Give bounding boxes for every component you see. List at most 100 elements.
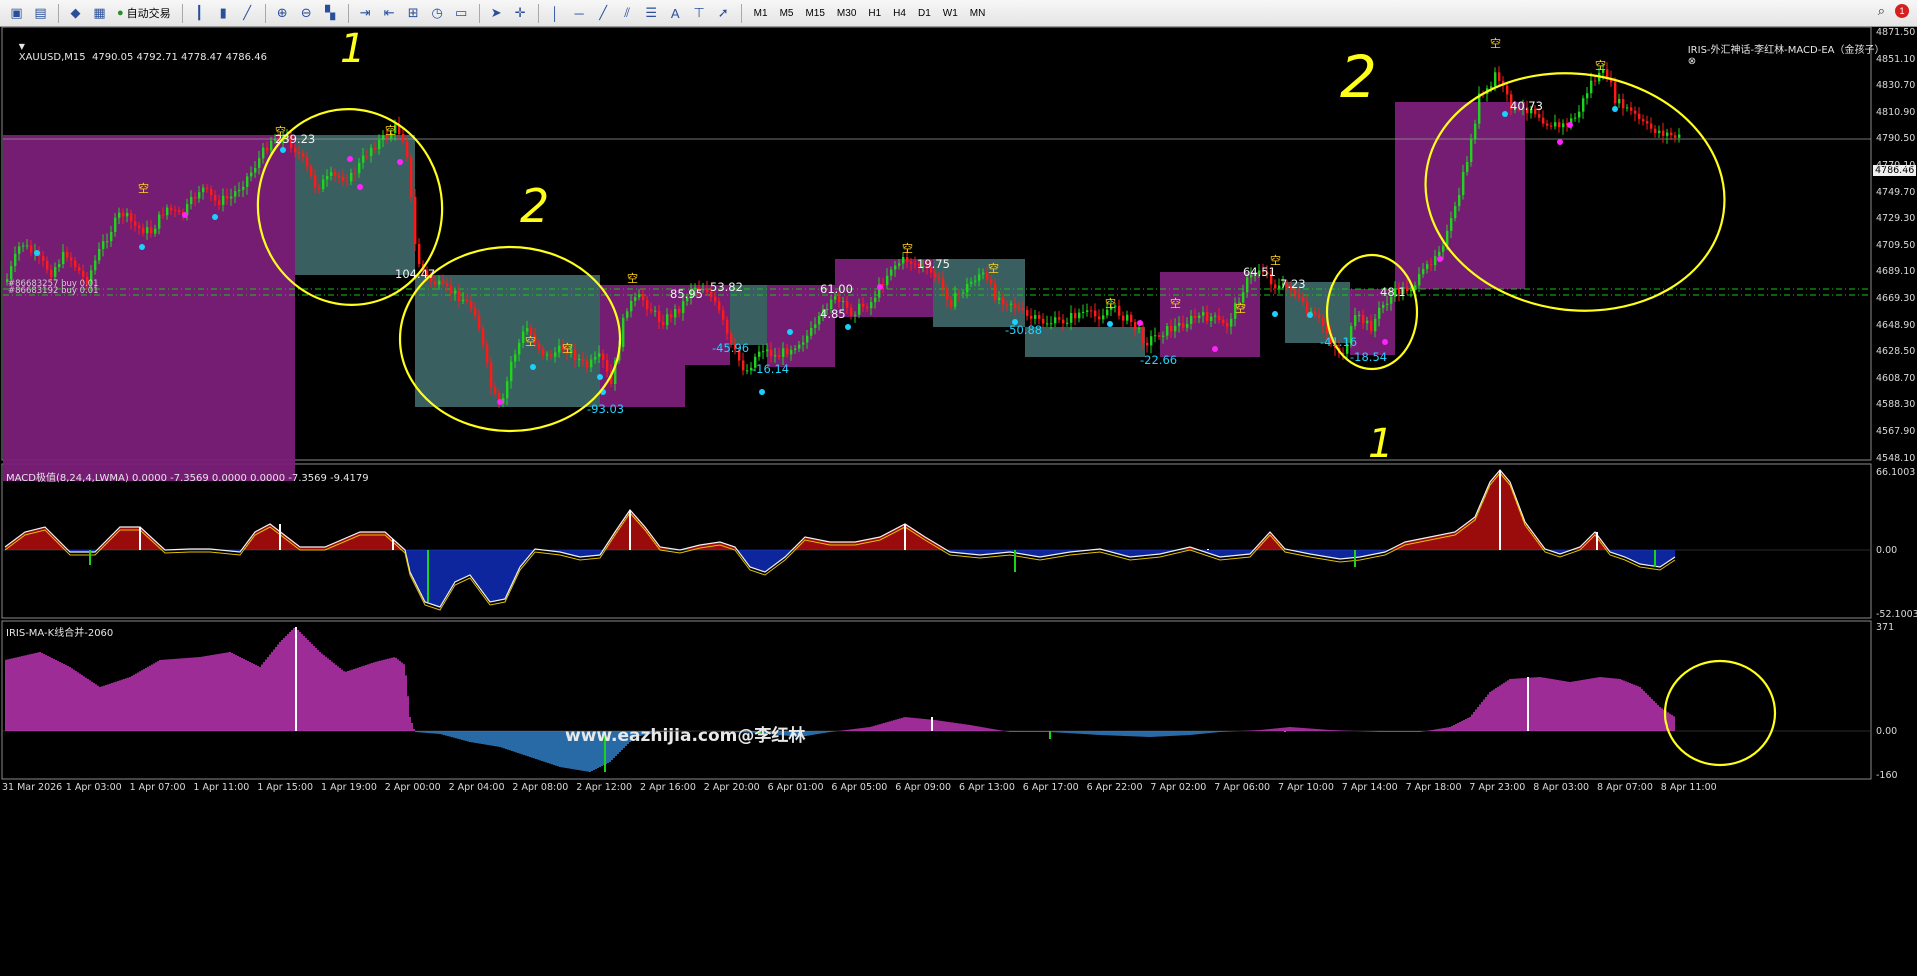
channel-icon[interactable]: ⫽ <box>617 3 638 24</box>
tile-windows-icon[interactable]: ▚ <box>320 3 341 24</box>
timeframe-m5-button[interactable]: M5 <box>774 3 800 24</box>
notifications-badge[interactable]: 1 <box>1895 4 1909 18</box>
candle-body <box>662 322 665 326</box>
candle-body <box>858 303 861 315</box>
candle-body <box>454 290 457 294</box>
price-axis-label: 4669.30 <box>1876 293 1916 304</box>
timeframe-w1-button[interactable]: W1 <box>937 3 964 24</box>
zoom-in-icon[interactable]: ⊕ <box>272 3 293 24</box>
handwritten-number: 1 <box>340 27 365 72</box>
timeframe-d1-button[interactable]: D1 <box>912 3 937 24</box>
signal-glyph: 空 <box>902 241 913 255</box>
candle-body <box>938 277 941 279</box>
indicators-icon[interactable]: ⊞ <box>403 3 424 24</box>
candle-body <box>622 317 625 348</box>
profiles-icon[interactable]: ▤ <box>30 3 51 24</box>
handwritten-number: 2 <box>520 179 549 233</box>
indicator-name: IRIS-外汇神话-李红林-MACD-EA（金孩子） <box>1687 45 1885 56</box>
ma-axis-label: -160 <box>1876 770 1898 781</box>
candle-body <box>142 227 145 234</box>
candle-body <box>82 271 85 277</box>
candle-body <box>658 310 661 323</box>
main-toolbar: ▣ ▤ ◆ ▦ ● 自动交易 ┃ ▮ ╱ ⊕ ⊖ ▚ ⇥ ⇤ ⊞ ◷ ▭ ➤ ✛… <box>0 0 1917 27</box>
candle-body <box>122 212 125 217</box>
cursor-icon[interactable]: ➤ <box>486 3 507 24</box>
line-chart-icon[interactable]: ╱ <box>237 3 258 24</box>
candle-body <box>946 288 949 300</box>
candle-body <box>1594 80 1597 82</box>
candle-body <box>1094 310 1097 317</box>
candle-body <box>1010 303 1013 305</box>
candle-body <box>114 217 117 232</box>
candle-body <box>1370 320 1373 332</box>
chart-menu-icon[interactable]: ▼ <box>19 42 25 51</box>
zoom-out-icon[interactable]: ⊖ <box>296 3 317 24</box>
timeframe-mn-button[interactable]: MN <box>964 3 992 24</box>
timeframe-m1-button[interactable]: M1 <box>748 3 774 24</box>
signal-dot <box>1557 139 1563 145</box>
candle-body <box>682 301 685 313</box>
text-label-icon[interactable]: ⊤ <box>689 3 710 24</box>
candle-body <box>866 306 869 309</box>
signal-dot <box>1272 311 1278 317</box>
candle-body <box>1614 82 1617 104</box>
candle-body <box>70 257 73 261</box>
crosshair-icon[interactable]: ✛ <box>510 3 531 24</box>
toolbar-divider <box>537 3 539 23</box>
new-chart-icon[interactable]: ▣ <box>6 3 27 24</box>
candle-body <box>538 343 541 349</box>
candlestick-icon[interactable]: ▮ <box>213 3 234 24</box>
auto-trading-label: 自动交易 <box>126 8 171 20</box>
vertical-line-icon[interactable]: │ <box>545 3 566 24</box>
candle-body <box>118 212 121 218</box>
close-indicator-icon[interactable]: ⊗ <box>1688 56 1696 67</box>
candle-body <box>1506 85 1509 95</box>
candle-body <box>218 200 221 206</box>
trendline-icon[interactable]: ╱ <box>593 3 614 24</box>
timeframe-m30-button[interactable]: M30 <box>831 3 862 24</box>
candle-body <box>1166 326 1169 336</box>
candle-body <box>1298 294 1301 298</box>
fibonacci-icon[interactable]: ☰ <box>641 3 662 24</box>
search-icon[interactable]: ⌕ <box>1878 3 1885 19</box>
chart-window[interactable]: 空空空空空空空空空空空空空空1221 ▼ XAUUSD,M15 4790.05 … <box>0 27 1917 976</box>
templates-icon[interactable]: ▭ <box>451 3 472 24</box>
time-axis-label: 6 Apr 09:00 <box>895 782 952 793</box>
candle-body <box>518 342 521 355</box>
horizontal-line-icon[interactable]: ─ <box>569 3 590 24</box>
profit-annotation: 7.23 <box>1280 277 1306 291</box>
candle-body <box>130 213 133 222</box>
time-axis-label: 7 Apr 10:00 <box>1278 782 1334 793</box>
candle-body <box>478 315 481 329</box>
arrows-icon[interactable]: ➚ <box>713 3 734 24</box>
candle-body <box>654 310 657 312</box>
chart-canvas[interactable]: 空空 空空空空空空空空空空空空1221 <box>0 27 1917 976</box>
timeframe-m15-button[interactable]: M15 <box>799 3 830 24</box>
candle-body <box>1314 311 1317 315</box>
candle-body <box>310 166 313 176</box>
candle-body <box>902 257 905 264</box>
timeframe-h1-button[interactable]: H1 <box>862 3 887 24</box>
candle-body <box>1654 128 1657 134</box>
time-axis-label: 6 Apr 22:00 <box>1086 782 1143 793</box>
price-axis-label: 4628.50 <box>1876 346 1916 358</box>
candle-body <box>1582 98 1585 112</box>
candle-body <box>1562 123 1565 128</box>
candle-body <box>1366 320 1369 324</box>
candle-body <box>990 279 993 284</box>
candle-body <box>1146 342 1149 346</box>
timeframe-h4-button[interactable]: H4 <box>887 3 912 24</box>
text-icon[interactable]: A <box>665 3 686 24</box>
price-axis-label: 4648.90 <box>1876 319 1916 331</box>
navigator-icon[interactable]: ◆ <box>65 3 86 24</box>
auto-trading-button[interactable]: ● 自动交易 <box>113 3 175 24</box>
candle-body <box>994 283 997 300</box>
periods-icon[interactable]: ◷ <box>427 3 448 24</box>
chart-shift-icon[interactable]: ⇤ <box>379 3 400 24</box>
candle-body <box>338 175 341 177</box>
strategy-tester-icon[interactable]: ▦ <box>89 3 110 24</box>
bar-chart-icon[interactable]: ┃ <box>189 3 210 24</box>
candle-body <box>1198 315 1201 318</box>
candle-body <box>594 356 597 360</box>
autoscroll-icon[interactable]: ⇥ <box>355 3 376 24</box>
